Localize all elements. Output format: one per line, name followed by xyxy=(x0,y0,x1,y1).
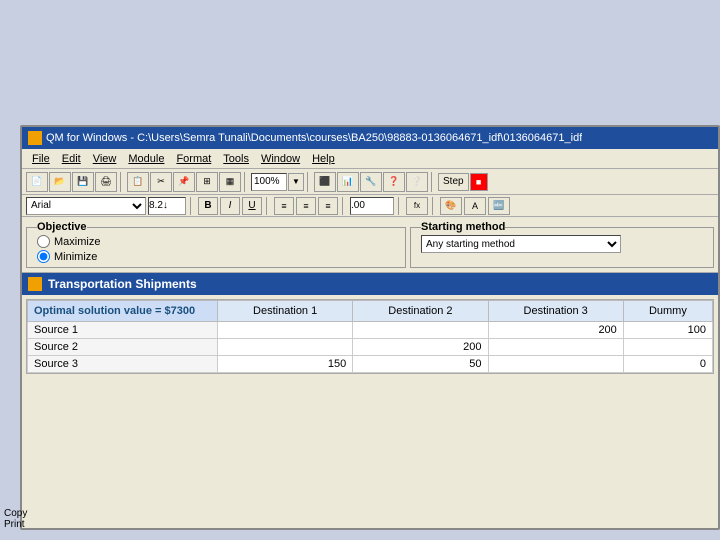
icon-btn1[interactable]: ⬛ xyxy=(314,172,336,192)
icon-btn2[interactable]: 📊 xyxy=(337,172,359,192)
table-header-row: Optimal solution value = $7300 Destinati… xyxy=(28,301,713,322)
title-bar: QM for Windows - C:\Users\Semra Tunali\D… xyxy=(22,127,718,149)
format-sep2 xyxy=(266,197,270,215)
transport-icon xyxy=(28,277,42,291)
formula-btn[interactable]: fx xyxy=(406,197,428,215)
menu-help[interactable]: Help xyxy=(306,151,341,167)
menu-view[interactable]: View xyxy=(87,151,123,167)
objective-fieldset: Objective Maximize Minimize xyxy=(26,221,406,268)
zoom-dropdown[interactable]: ▼ xyxy=(288,173,304,191)
optimal-label-cell: Optimal solution value = $7300 xyxy=(28,301,218,322)
toolbar-sep4 xyxy=(431,172,435,192)
bottom-labels: Copy Print xyxy=(4,508,27,530)
transport-section: Transportation Shipments Optimal solutio… xyxy=(22,273,718,374)
menu-window[interactable]: Window xyxy=(255,151,306,167)
icon-btn3[interactable]: 🔧 xyxy=(360,172,382,192)
copy-label: Copy xyxy=(4,508,27,519)
align-center[interactable]: ≡ xyxy=(296,197,316,215)
menu-tools[interactable]: Tools xyxy=(217,151,255,167)
color-btn3[interactable]: 🔤 xyxy=(488,197,510,215)
toolbar-sep2 xyxy=(244,172,248,192)
table-row: Source 2 200 xyxy=(28,339,713,356)
font-size-input[interactable] xyxy=(148,197,186,215)
print-label: Print xyxy=(4,519,27,530)
maximize-label[interactable]: Maximize xyxy=(37,235,395,248)
icon-btn4[interactable]: ❓ xyxy=(383,172,405,192)
cut-btn[interactable]: ✂ xyxy=(150,172,172,192)
decimal-input[interactable] xyxy=(350,197,394,215)
table-container: Optimal solution value = $7300 Destinati… xyxy=(26,299,714,374)
menu-bar: File Edit View Module Format Tools Windo… xyxy=(22,149,718,169)
toolbar-sep1 xyxy=(120,172,124,192)
minimize-label[interactable]: Minimize xyxy=(37,250,395,263)
col-dest3: Destination 3 xyxy=(488,301,623,322)
stop-button[interactable]: ■ xyxy=(470,173,488,191)
col-dummy: Dummy xyxy=(623,301,712,322)
window-title: QM for Windows - C:\Users\Semra Tunali\D… xyxy=(46,132,582,144)
new-button[interactable]: 📄 xyxy=(26,172,48,192)
format-sep4 xyxy=(398,197,402,215)
source3-dest1: 150 xyxy=(218,356,353,373)
menu-file[interactable]: File xyxy=(26,151,56,167)
menu-module[interactable]: Module xyxy=(122,151,170,167)
font-select[interactable]: Arial xyxy=(26,197,146,215)
main-window: QM for Windows - C:\Users\Semra Tunali\D… xyxy=(20,125,720,530)
toolbar: 📄 📂 💾 🖨 📋 ✂ 📌 ⊞ ▦ 100% ▼ ⬛ 📊 🔧 ❓ ❔ Step … xyxy=(22,169,718,195)
color-btn2[interactable]: A xyxy=(464,197,486,215)
starting-method-select[interactable]: Any starting method xyxy=(421,235,621,253)
zoom-display: 100% xyxy=(251,173,287,191)
col-dest1: Destination 1 xyxy=(218,301,353,322)
format-sep5 xyxy=(432,197,436,215)
source1-dest2 xyxy=(353,322,488,339)
grid-btn[interactable]: ▦ xyxy=(219,172,241,192)
source2-dest1 xyxy=(218,339,353,356)
transport-header: Transportation Shipments xyxy=(22,273,718,295)
source1-dest1 xyxy=(218,322,353,339)
source2-dest2: 200 xyxy=(353,339,488,356)
source2-dummy xyxy=(623,339,712,356)
help-btn[interactable]: ❔ xyxy=(406,172,428,192)
starting-method-legend: Starting method xyxy=(421,221,505,233)
print-button[interactable]: 🖨 xyxy=(95,172,117,192)
source1-label: Source 1 xyxy=(28,322,218,339)
minimize-radio[interactable] xyxy=(37,250,50,263)
toolbar-sep3 xyxy=(307,172,311,192)
underline-button[interactable]: U xyxy=(242,197,262,215)
menu-edit[interactable]: Edit xyxy=(56,151,87,167)
source3-dest3 xyxy=(488,356,623,373)
options-row: Objective Maximize Minimize Starting met… xyxy=(22,217,718,273)
bold-button[interactable]: B xyxy=(198,197,218,215)
table-row: Source 3 150 50 0 xyxy=(28,356,713,373)
source3-dummy: 0 xyxy=(623,356,712,373)
transport-title: Transportation Shipments xyxy=(48,277,197,291)
italic-button[interactable]: I xyxy=(220,197,240,215)
transport-table: Optimal solution value = $7300 Destinati… xyxy=(27,300,713,373)
source3-dest2: 50 xyxy=(353,356,488,373)
title-icon xyxy=(28,131,42,145)
source1-dest3: 200 xyxy=(488,322,623,339)
format-sep1 xyxy=(190,197,194,215)
color-btn1[interactable]: 🎨 xyxy=(440,197,462,215)
starting-method-fieldset: Starting method Any starting method xyxy=(410,221,714,268)
maximize-radio[interactable] xyxy=(37,235,50,248)
format-bar: Arial Arial B I U ≡ ≡ ≡ fx 🎨 A 🔤 xyxy=(22,195,718,217)
objective-legend: Objective xyxy=(37,221,87,233)
source1-dummy: 100 xyxy=(623,322,712,339)
step-button[interactable]: Step xyxy=(438,173,469,191)
open-button[interactable]: 📂 xyxy=(49,172,71,192)
radio-group: Maximize Minimize xyxy=(37,235,395,263)
table-row: Source 1 200 100 xyxy=(28,322,713,339)
save-button[interactable]: 💾 xyxy=(72,172,94,192)
menu-format[interactable]: Format xyxy=(170,151,217,167)
copy-btn[interactable]: 📋 xyxy=(127,172,149,192)
source3-label: Source 3 xyxy=(28,356,218,373)
source2-label: Source 2 xyxy=(28,339,218,356)
col-dest2: Destination 2 xyxy=(353,301,488,322)
paste-btn[interactable]: 📌 xyxy=(173,172,195,192)
format-sep3 xyxy=(342,197,346,215)
align-left[interactable]: ≡ xyxy=(274,197,294,215)
table-btn[interactable]: ⊞ xyxy=(196,172,218,192)
source2-dest3 xyxy=(488,339,623,356)
align-right[interactable]: ≡ xyxy=(318,197,338,215)
